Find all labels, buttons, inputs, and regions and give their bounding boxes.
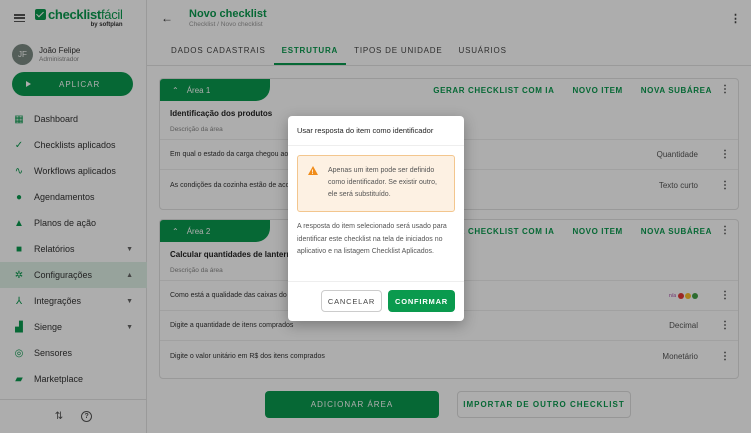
dialog-body: A resposta do item selecionado será usad… (297, 223, 447, 255)
dialog-title: Usar resposta do item como identificador (288, 116, 464, 146)
identifier-dialog: Usar resposta do item como identificador… (288, 116, 464, 321)
confirm-button[interactable]: CONFIRMAR (388, 290, 455, 312)
warning-icon (308, 166, 318, 179)
warning-text: Apenas um item pode ser definido como id… (328, 167, 437, 198)
warning-alert: Apenas um item pode ser definido como id… (297, 155, 455, 212)
dialog-actions: CANCELAR CONFIRMAR (288, 281, 464, 321)
cancel-button[interactable]: CANCELAR (321, 290, 382, 312)
